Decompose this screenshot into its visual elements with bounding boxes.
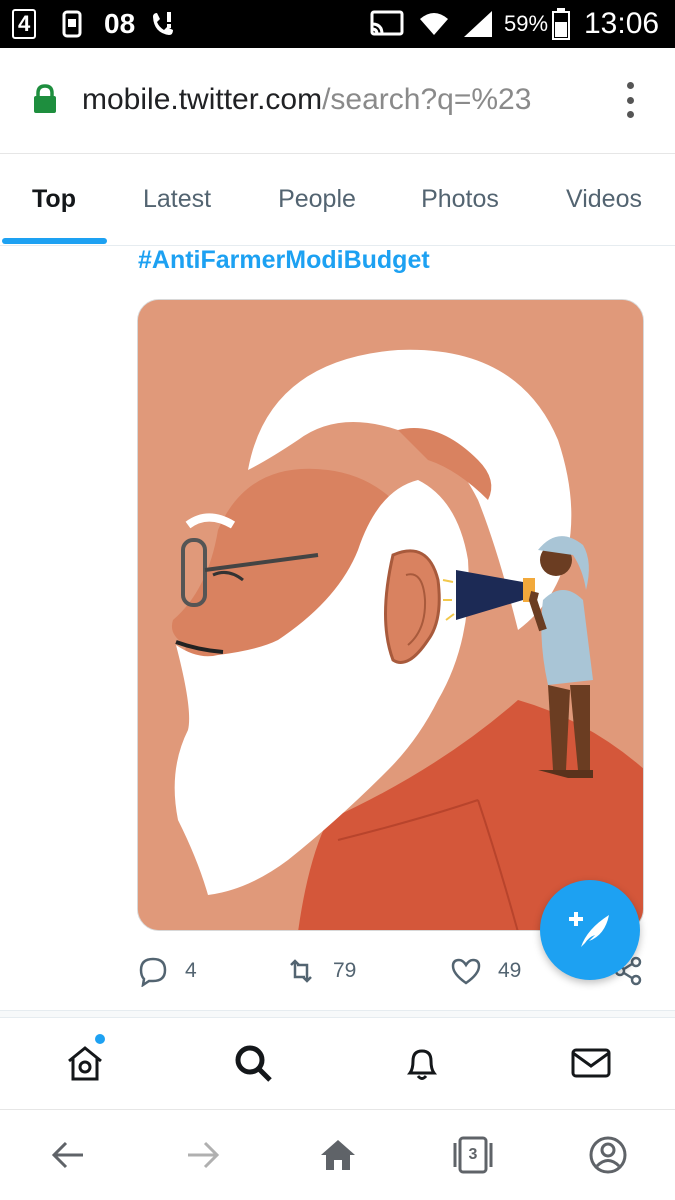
compose-tweet-icon bbox=[569, 912, 609, 947]
browser-home-icon bbox=[321, 1140, 355, 1170]
active-tab-indicator bbox=[2, 238, 107, 244]
tab-switcher-button[interactable]: 3 bbox=[450, 1132, 496, 1178]
nav-notifications[interactable] bbox=[397, 1038, 447, 1088]
cast-icon bbox=[370, 0, 404, 48]
tab-latest-label: Latest bbox=[142, 184, 212, 213]
account-icon bbox=[589, 1136, 627, 1174]
missed-call-icon bbox=[148, 0, 178, 48]
tab-count: 3 bbox=[468, 1146, 478, 1163]
notification-count: 08 bbox=[104, 0, 135, 48]
tab-videos[interactable]: Videos bbox=[540, 154, 668, 244]
tab-photos[interactable]: Photos bbox=[398, 154, 522, 244]
tab-top-label: Top bbox=[32, 184, 76, 213]
search-icon bbox=[235, 1045, 272, 1082]
heart-icon bbox=[451, 958, 481, 985]
url-field[interactable]: mobile.twitter.com/search?q=%23 bbox=[82, 80, 597, 120]
browser-home-button[interactable] bbox=[315, 1132, 361, 1178]
network-badge: 4 bbox=[12, 0, 37, 48]
hashtag-link[interactable]: #AntiFarmerModiBudget bbox=[138, 244, 430, 276]
tab-people[interactable]: People bbox=[256, 154, 378, 244]
browser-menu-button[interactable] bbox=[620, 78, 640, 122]
tab-latest[interactable]: Latest bbox=[118, 154, 236, 244]
network-badge-text: 4 bbox=[12, 9, 37, 39]
battery-percent: 59% bbox=[504, 0, 548, 48]
like-button[interactable]: 49 bbox=[450, 948, 521, 994]
status-bar: 4 08 59% 13:06 bbox=[0, 0, 675, 48]
signal-icon bbox=[462, 0, 494, 48]
home-icon bbox=[68, 1046, 102, 1081]
tab-photos-label: Photos bbox=[421, 184, 499, 213]
forward-button[interactable] bbox=[180, 1132, 226, 1178]
tweet-image[interactable] bbox=[137, 299, 644, 931]
url-path: /search?q=%23 bbox=[322, 83, 532, 116]
battery-icon bbox=[552, 0, 570, 48]
reply-button[interactable]: 4 bbox=[137, 948, 197, 994]
back-button[interactable] bbox=[45, 1132, 91, 1178]
forward-arrow-icon bbox=[188, 1141, 220, 1169]
retweet-button[interactable]: 79 bbox=[285, 948, 356, 994]
tab-people-label: People bbox=[278, 184, 356, 213]
lock-icon bbox=[32, 84, 58, 114]
nav-home[interactable] bbox=[60, 1038, 110, 1088]
menu-dot bbox=[626, 96, 634, 104]
url-host: mobile.twitter.com bbox=[82, 83, 323, 116]
like-count: 49 bbox=[498, 959, 522, 982]
menu-dot bbox=[626, 111, 634, 118]
home-notification-dot bbox=[95, 1034, 105, 1044]
reply-icon bbox=[139, 957, 167, 987]
tweet-divider bbox=[0, 1010, 675, 1018]
clock: 13:06 bbox=[584, 0, 659, 48]
cartoon-illustration bbox=[138, 300, 643, 930]
menu-dot bbox=[626, 82, 634, 89]
browser-url-bar: mobile.twitter.com/search?q=%23 bbox=[0, 48, 675, 154]
browser-toolbar: 3 bbox=[0, 1110, 675, 1200]
notification-count-text: 08 bbox=[104, 8, 136, 39]
tab-videos-label: Videos bbox=[566, 184, 642, 213]
bell-icon bbox=[407, 1049, 437, 1080]
reply-count: 4 bbox=[185, 959, 197, 982]
sim-icon bbox=[62, 0, 82, 48]
retweet-icon bbox=[290, 959, 312, 983]
search-tabs: Top Latest People Photos Videos bbox=[0, 154, 675, 246]
battery-percent-text: 59% bbox=[504, 11, 549, 36]
account-button[interactable] bbox=[585, 1132, 631, 1178]
mail-icon bbox=[571, 1048, 611, 1078]
nav-messages[interactable] bbox=[566, 1038, 616, 1088]
wifi-icon bbox=[418, 0, 450, 48]
back-arrow-icon bbox=[51, 1141, 83, 1169]
compose-tweet-button[interactable] bbox=[540, 880, 640, 980]
retweet-count: 79 bbox=[333, 959, 357, 982]
nav-search[interactable] bbox=[228, 1038, 278, 1088]
tab-top[interactable]: Top bbox=[0, 154, 108, 244]
clock-text: 13:06 bbox=[584, 7, 660, 40]
twitter-bottom-nav bbox=[0, 1018, 675, 1110]
